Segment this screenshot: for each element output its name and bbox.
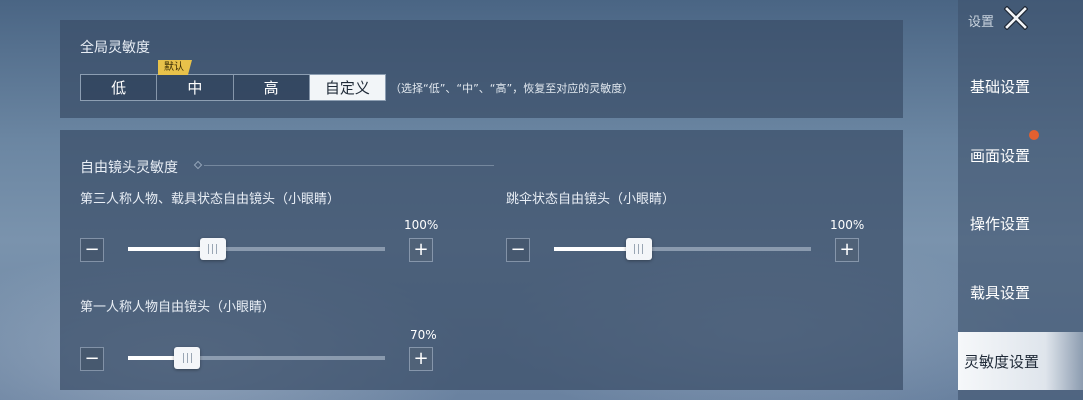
preset-custom-button[interactable]: 自定义 [309,75,385,100]
grip-icon [638,244,640,254]
parachute-decrease-button[interactable]: − [506,238,530,262]
grip-icon [190,353,192,363]
sidebar-item-controls[interactable]: 操作设置 [958,194,1083,252]
slider-label-third-person: 第三人称人物、载具状态自由镜头（小眼睛） [80,192,341,207]
sensitivity-preset-selector: 低 中 高 自定义 [80,74,386,101]
settings-title: 设置 [968,15,995,30]
preset-low-button[interactable]: 低 [81,75,158,100]
first-person-slider[interactable] [128,347,385,369]
slider-thumb[interactable] [625,238,652,260]
slider-value-first-person: 70% [410,328,437,342]
preset-hint-text: （选择“低”、“中”、“高”，恢复至对应的灵敏度） [390,82,634,95]
sidebar-item-graphics[interactable]: 画面设置 [958,126,1083,184]
parachute-increase-button[interactable]: + [835,238,859,262]
first-person-increase-button[interactable]: + [409,347,433,371]
close-icon [1004,6,1028,30]
third-person-slider[interactable] [128,238,385,260]
grip-icon [642,244,644,254]
free-camera-title: 自由镜头灵敏度 [80,160,178,176]
sidebar-item-basic[interactable]: 基础设置 [958,57,1083,115]
preset-medium-button[interactable]: 中 [157,75,234,100]
preset-high-button[interactable]: 高 [233,75,310,100]
notification-dot [1029,130,1039,140]
grip-icon [208,244,210,254]
sidebar-item-vehicle[interactable]: 载具设置 [958,263,1083,321]
default-badge: 默认 [158,60,192,75]
grip-icon [216,244,218,254]
close-button[interactable] [1002,4,1030,32]
third-person-decrease-button[interactable]: − [80,238,104,262]
slider-label-parachute: 跳伞状态自由镜头（小眼睛） [506,192,676,207]
slider-value-parachute: 100% [830,218,865,232]
grip-icon [634,244,636,254]
section-divider [204,165,494,166]
sidebar-item-sensitivity[interactable]: 灵敏度设置 [958,332,1083,390]
slider-thumb[interactable] [174,347,201,369]
slider-label-first-person: 第一人称人物自由镜头（小眼睛） [80,300,276,315]
slider-value-third-person: 100% [404,218,439,232]
global-sensitivity-title: 全局灵敏度 [80,40,150,56]
parachute-slider[interactable] [554,238,811,260]
slider-thumb[interactable] [199,238,226,260]
first-person-decrease-button[interactable]: − [80,347,104,371]
grip-icon [186,353,188,363]
grip-icon [212,244,214,254]
grip-icon [182,353,184,363]
third-person-increase-button[interactable]: + [409,238,433,262]
